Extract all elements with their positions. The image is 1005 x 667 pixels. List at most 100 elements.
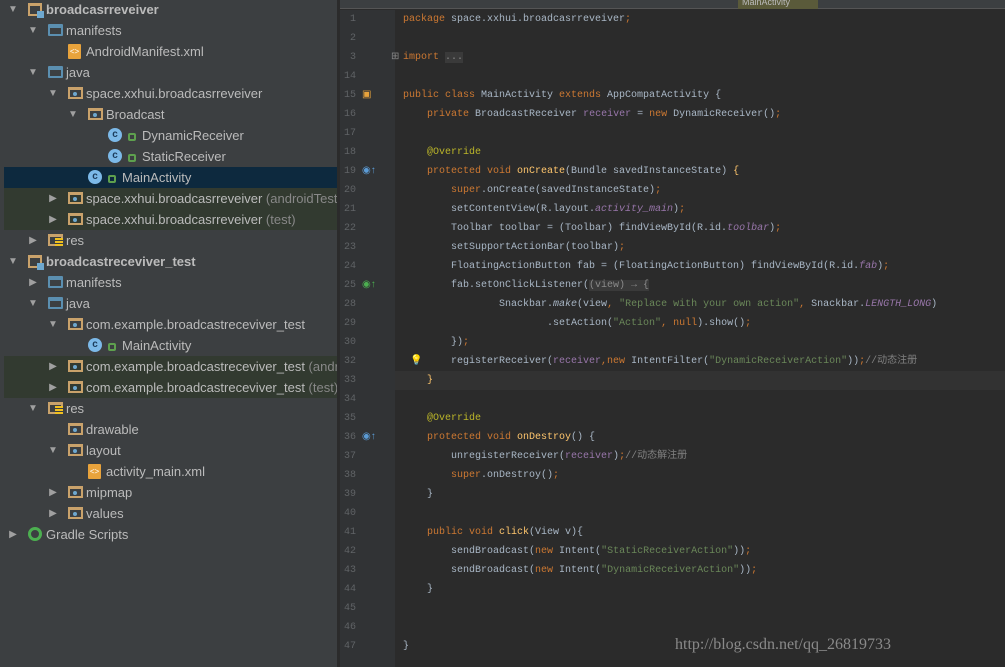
tree-item-name: manifests: [66, 275, 122, 290]
package-icon: [68, 318, 83, 330]
chevron-right-icon[interactable]: ▶: [48, 214, 58, 225]
code-line[interactable]: unregisterReceiver(receiver);//动态解注册: [403, 447, 687, 466]
tree-item[interactable]: <> AndroidManifest.xml: [4, 41, 337, 62]
code-line[interactable]: import ...: [403, 48, 464, 67]
tree-item[interactable]: ▶ values: [4, 503, 337, 524]
chevron-down-icon[interactable]: ▼: [8, 4, 18, 15]
chevron-down-icon[interactable]: ▼: [68, 109, 78, 120]
chevron-right-icon[interactable]: ▶: [48, 508, 58, 519]
line-number: 34: [343, 394, 356, 405]
code-line[interactable]: }: [403, 580, 433, 599]
tree-item[interactable]: ▶ mipmap: [4, 482, 337, 503]
override-icon[interactable]: ◉↑: [362, 165, 376, 176]
editor-tab-mainactivity[interactable]: MainActivity: [738, 0, 818, 9]
tree-item[interactable]: ▶ com.example.broadcastreceviver_test (an…: [4, 356, 337, 377]
chevron-down-icon[interactable]: ▼: [48, 319, 58, 330]
tree-item-label: MainActivity: [122, 338, 191, 353]
override-icon[interactable]: ◉↑: [362, 431, 376, 442]
code-line[interactable]: fab.setOnClickListener((view) → {: [403, 276, 650, 295]
chevron-down-icon[interactable]: ▼: [28, 298, 38, 309]
chevron-right-icon[interactable]: ▶: [8, 529, 18, 540]
code-line[interactable]: super.onDestroy();: [403, 466, 559, 485]
tree-item[interactable]: <> activity_main.xml: [4, 461, 337, 482]
code-line[interactable]: public void click(View v){: [403, 523, 583, 542]
line-number: 37: [343, 451, 356, 462]
tree-item[interactable]: ▶ manifests: [4, 272, 337, 293]
code-line[interactable]: @Override: [403, 143, 481, 162]
tree-item[interactable]: ▶ space.xxhui.broadcasrreveiver (androidT…: [4, 188, 337, 209]
code-line[interactable]: }: [403, 485, 433, 504]
code-token: ;: [625, 14, 632, 25]
code-line[interactable]: protected void onCreate(Bundle savedInst…: [403, 162, 739, 181]
chevron-down-icon[interactable]: ▼: [8, 256, 18, 267]
code-token: onDestroy: [517, 432, 572, 443]
class-icon: c: [88, 338, 102, 352]
code-line[interactable]: Toolbar toolbar = (Toolbar) findViewById…: [403, 219, 781, 238]
chevron-down-icon[interactable]: ▼: [48, 445, 58, 456]
chevron-right-icon[interactable]: ▶: [28, 277, 38, 288]
android-icon[interactable]: ▣: [362, 89, 371, 100]
code-line[interactable]: public class MainActivity extends AppCom…: [403, 86, 721, 105]
code-line[interactable]: Snackbar.make(view, "Replace with your o…: [403, 295, 937, 314]
tree-item[interactable]: c MainActivity: [4, 335, 337, 356]
code-line[interactable]: .setAction("Action", null).show();: [403, 314, 751, 333]
lambda-icon[interactable]: ◉↑: [362, 279, 376, 290]
code-token: ;: [745, 318, 752, 329]
tree-item[interactable]: ▼ broadcasrreveiver: [4, 0, 337, 20]
tree-item[interactable]: c MainActivity: [4, 167, 337, 188]
fold-plus-icon[interactable]: ⊞: [391, 51, 399, 62]
tree-item[interactable]: ▼ res: [4, 398, 337, 419]
package-icon: [68, 87, 83, 99]
tree-item[interactable]: ▼ manifests: [4, 20, 337, 41]
tree-item[interactable]: ▼ Broadcast: [4, 104, 337, 125]
code-line[interactable]: registerReceiver(receiver,new IntentFilt…: [403, 352, 917, 371]
code-line[interactable]: }: [403, 371, 433, 390]
project-tree[interactable]: ▼ broadcasrreveiver ▼ manifests <> AndroidMan…: [0, 0, 338, 667]
code-line[interactable]: @Override: [403, 409, 481, 428]
code-line[interactable]: });: [403, 333, 469, 352]
code-line[interactable]: setSupportActionBar(toolbar);: [403, 238, 625, 257]
tree-item[interactable]: ▶ com.example.broadcastreceviver_test (te…: [4, 377, 337, 398]
tree-item[interactable]: ▼ space.xxhui.broadcasrreveiver: [4, 83, 337, 104]
chevron-right-icon[interactable]: ▶: [28, 235, 38, 246]
code-line[interactable]: sendBroadcast(new Intent("DynamicReceive…: [403, 561, 757, 580]
tree-item[interactable]: ▼ layout: [4, 440, 337, 461]
tree-item[interactable]: ▼ java: [4, 62, 337, 83]
tree-item[interactable]: c StaticReceiver: [4, 146, 337, 167]
code-token: protected void: [427, 432, 518, 443]
tree-item[interactable]: drawable: [4, 419, 337, 440]
code-line[interactable]: setContentView(R.layout.activity_main);: [403, 200, 685, 219]
code-line[interactable]: private BroadcastReceiver receiver = new…: [403, 105, 781, 124]
tree-item-label: broadcastreceviver_test: [46, 254, 196, 269]
package-icon: [68, 213, 83, 225]
line-number: 29: [343, 318, 356, 329]
code-token: =: [631, 109, 650, 120]
tree-item[interactable]: ▶ space.xxhui.broadcasrreveiver (test): [4, 209, 337, 230]
chevron-right-icon[interactable]: ▶: [48, 382, 58, 393]
chevron-down-icon[interactable]: ▼: [28, 25, 38, 36]
tree-item[interactable]: ▶ Gradle Scripts: [4, 524, 337, 545]
code-line[interactable]: FloatingActionButton fab = (FloatingActi…: [403, 257, 889, 276]
chevron-right-icon[interactable]: ▶: [48, 193, 58, 204]
chevron-down-icon[interactable]: ▼: [28, 67, 38, 78]
code-line[interactable]: }: [403, 637, 409, 656]
tree-item[interactable]: ▶ res: [4, 230, 337, 251]
tree-item[interactable]: ▼ com.example.broadcastreceviver_test: [4, 314, 337, 335]
tree-item[interactable]: c DynamicReceiver: [4, 125, 337, 146]
chevron-down-icon[interactable]: ▼: [48, 88, 58, 99]
code-token: @Override: [403, 147, 482, 158]
code-line[interactable]: sendBroadcast(new Intent("StaticReceiver…: [403, 542, 751, 561]
tree-item[interactable]: ▼ java: [4, 293, 337, 314]
code-token: toolbar: [727, 223, 770, 234]
chevron-right-icon[interactable]: ▶: [48, 361, 58, 372]
chevron-down-icon[interactable]: ▼: [28, 403, 38, 414]
tree-item[interactable]: ▼ broadcastreceviver_test: [4, 251, 337, 272]
tree-item-label: java: [66, 296, 90, 311]
code-line[interactable]: protected void onDestroy() {: [403, 428, 595, 447]
code-line[interactable]: package space.xxhui.broadcasrreveiver;: [403, 10, 631, 29]
code-line[interactable]: super.onCreate(savedInstanceState);: [403, 181, 661, 200]
code-token: }: [403, 584, 434, 595]
chevron-right-icon[interactable]: ▶: [48, 487, 58, 498]
